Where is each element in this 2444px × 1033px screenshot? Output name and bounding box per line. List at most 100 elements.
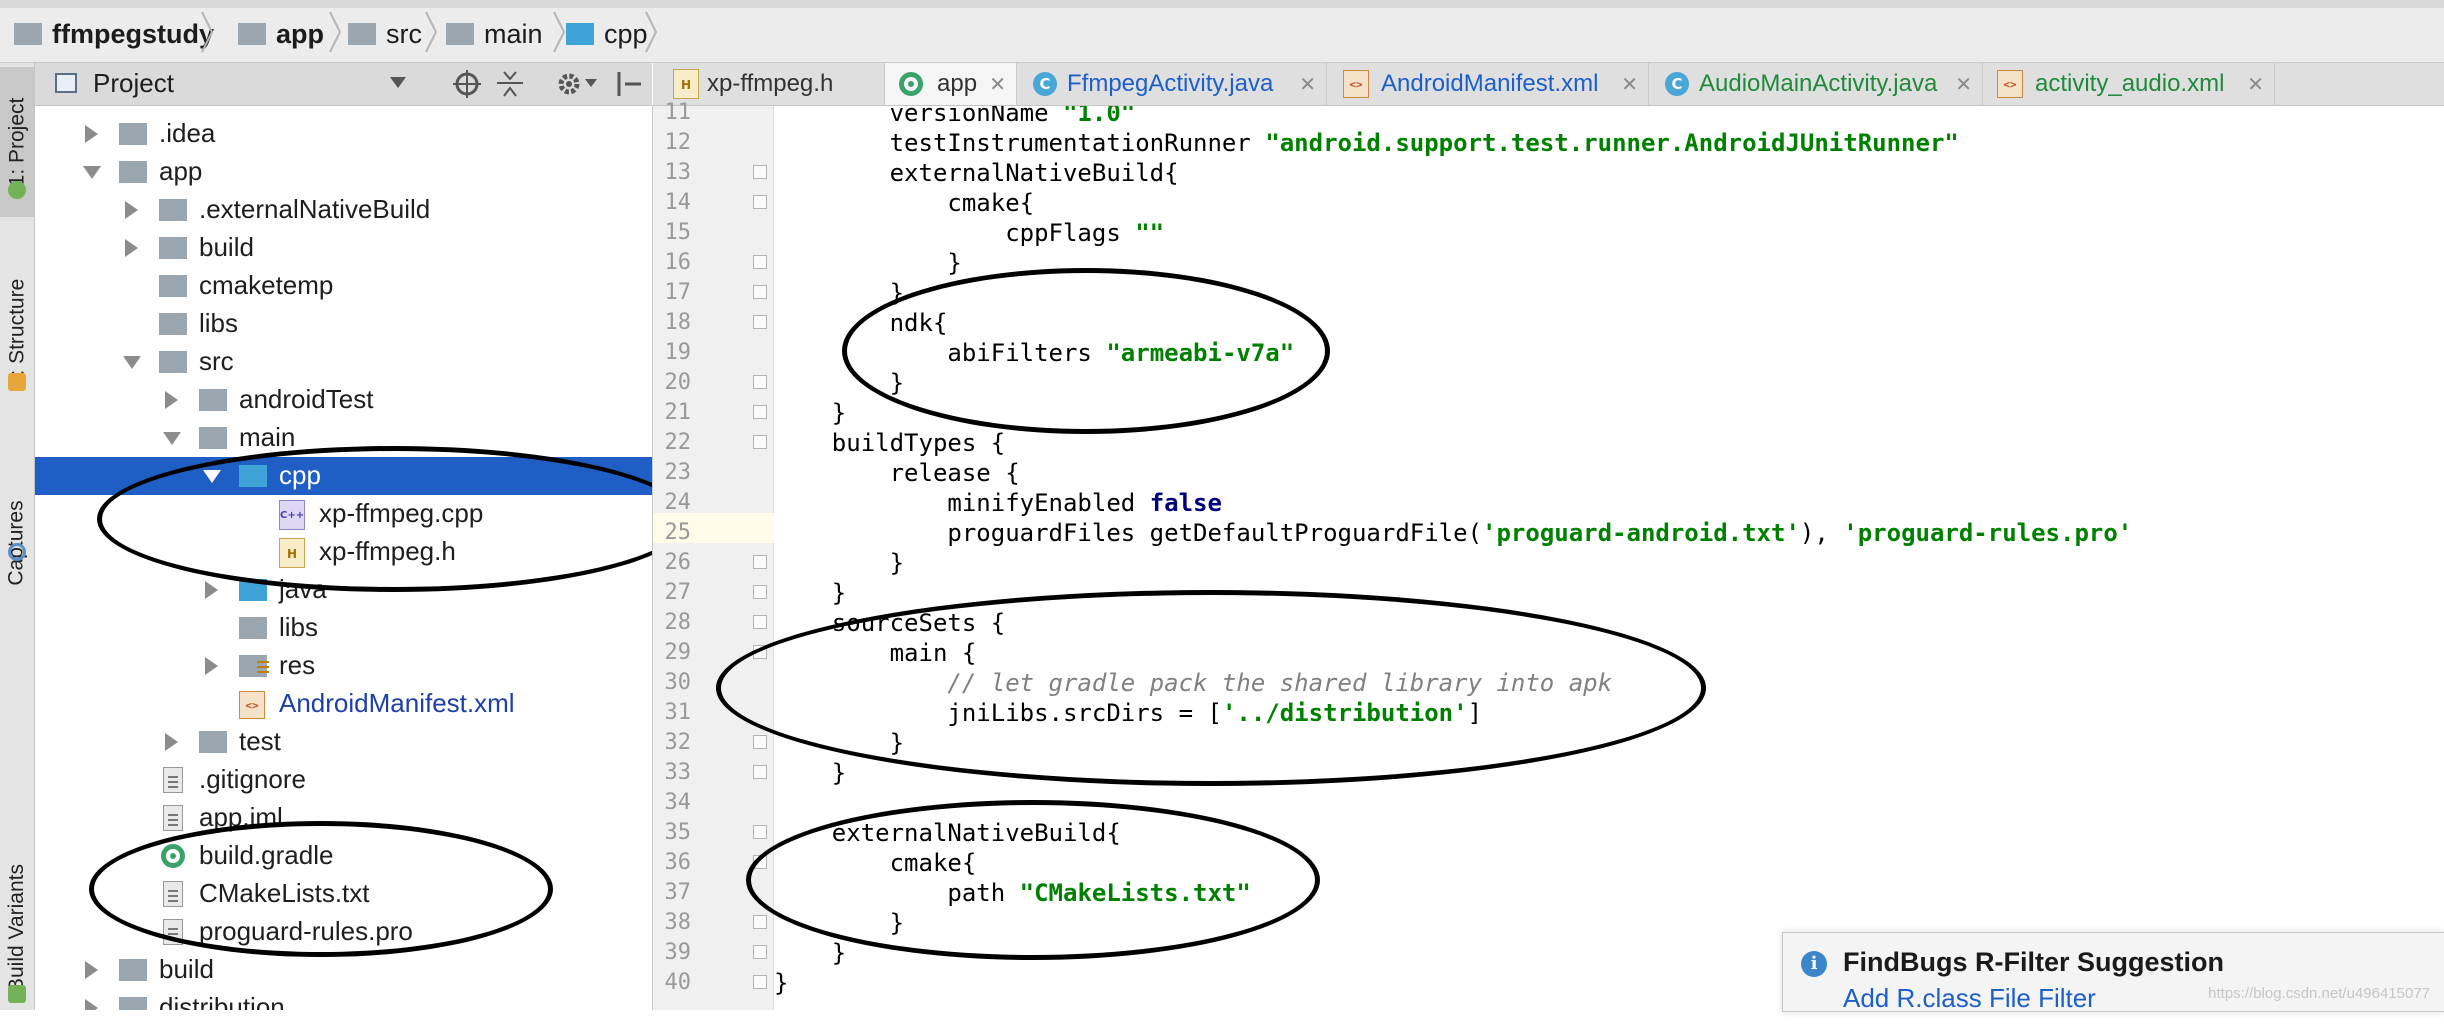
code-line-28: sourceSets { (774, 609, 1006, 637)
expand-arrow-icon[interactable] (125, 239, 138, 257)
collapse-arrow-icon[interactable] (203, 470, 221, 483)
tree-item-cpp[interactable]: cpp (35, 457, 652, 495)
fold-marker-icon[interactable] (753, 375, 767, 391)
tree-item-app[interactable]: app (35, 153, 652, 191)
line-number: 19 (664, 340, 692, 365)
line-number: 38 (664, 910, 692, 935)
fold-marker-icon[interactable] (753, 825, 767, 841)
tree-item-build-gradle[interactable]: build.gradle (35, 837, 652, 875)
tab-app[interactable]: app ✕ (885, 63, 1017, 105)
fold-marker-icon[interactable] (753, 555, 767, 571)
tree-item-test[interactable]: test (35, 723, 652, 761)
code-line-12: testInstrumentationRunner "android.suppo… (774, 128, 1959, 158)
collapse-all-icon[interactable] (497, 70, 523, 98)
expand-arrow-icon[interactable] (165, 733, 178, 751)
fold-marker-icon[interactable] (753, 735, 767, 751)
chevron-down-icon[interactable] (390, 77, 406, 89)
expand-arrow-icon[interactable] (165, 391, 178, 409)
expand-arrow-icon[interactable] (85, 999, 98, 1010)
tree-item-build[interactable]: build (35, 951, 652, 989)
tree-item-libs[interactable]: libs (35, 609, 652, 647)
add-filter-link[interactable]: Add R.class File Filter (1843, 983, 2096, 1014)
tree-item-res[interactable]: res (35, 647, 652, 685)
tree-item-externalnativebuild[interactable]: .externalNativeBuild (35, 191, 652, 229)
tree-item-label: .externalNativeBuild (199, 194, 431, 224)
fold-marker-icon[interactable] (753, 285, 767, 301)
tab-activity-audio[interactable]: <> activity_audio.xml ✕ (1983, 63, 2275, 105)
fold-marker-icon[interactable] (753, 435, 767, 451)
tree-item-label: .gitignore (199, 764, 306, 794)
tree-item-label: xp-ffmpeg.cpp (319, 498, 484, 528)
fold-marker-icon[interactable] (753, 915, 767, 931)
breadcrumb-item-ffmpegstudy[interactable]: ffmpegstudy (14, 14, 214, 54)
tree-item-gitignore[interactable]: .gitignore (35, 761, 652, 799)
code-editor[interactable]: versionName "1.0" testInstrumentationRun… (774, 106, 2444, 1010)
fold-marker-icon[interactable] (753, 765, 767, 781)
tree-item-xp-ffmpeg-h[interactable]: H xp-ffmpeg.h (35, 533, 652, 571)
code-line-29: main { (774, 639, 977, 667)
tab-label: activity_audio.xml (2035, 70, 2225, 97)
tool-tab-structure[interactable]: 7: Structure (0, 233, 34, 433)
fold-marker-icon[interactable] (753, 315, 767, 331)
line-number: 31 (664, 700, 692, 725)
breadcrumb-item-cpp[interactable]: cpp (566, 14, 648, 54)
expand-arrow-icon[interactable] (125, 201, 138, 219)
tree-item-distribution[interactable]: distribution (35, 989, 652, 1010)
expand-arrow-icon[interactable] (85, 961, 98, 979)
tree-item-libs[interactable]: libs (35, 305, 652, 343)
fold-marker-icon[interactable] (753, 255, 767, 271)
code-line-22: buildTypes { (774, 429, 1006, 457)
fold-marker-icon[interactable] (753, 975, 767, 991)
close-icon[interactable]: ✕ (1621, 72, 1638, 96)
close-icon[interactable]: ✕ (1955, 72, 1972, 96)
breadcrumb-item-src[interactable]: src (348, 14, 422, 54)
scroll-from-source-icon[interactable] (453, 70, 481, 98)
fold-marker-icon[interactable] (753, 195, 767, 211)
breadcrumb-item-main[interactable]: main (446, 14, 543, 54)
tree-item-label: build.gradle (199, 840, 334, 870)
tab-ffmpegactivity[interactable]: C FfmpegActivity.java ✕ (1017, 63, 1327, 105)
expand-arrow-icon[interactable] (85, 125, 98, 143)
code-string: "android.support.test.runner.AndroidJUni… (1265, 129, 1959, 157)
tree-item-label: distribution (159, 992, 285, 1010)
tree-item-build[interactable]: build (35, 229, 652, 267)
info-icon: i (1801, 951, 1827, 977)
collapse-arrow-icon[interactable] (83, 166, 101, 179)
xml-file-icon: <> (239, 691, 265, 719)
fold-marker-icon[interactable] (753, 855, 767, 871)
hide-panel-icon[interactable] (615, 70, 643, 98)
close-icon[interactable]: ✕ (1299, 72, 1316, 96)
tree-item-cmakelists[interactable]: CMakeLists.txt (35, 875, 652, 913)
close-icon[interactable]: ✕ (2247, 72, 2264, 96)
tree-item-main[interactable]: main (35, 419, 652, 457)
tree-item-label: cmaketemp (199, 270, 334, 300)
code-line-16: } (774, 249, 962, 277)
tab-androidmanifest[interactable]: <> AndroidManifest.xml ✕ (1327, 63, 1649, 105)
expand-arrow-icon[interactable] (205, 657, 218, 675)
tree-item-idea[interactable]: .idea (35, 115, 652, 153)
tree-item-androidmanifest[interactable]: <> AndroidManifest.xml (35, 685, 652, 723)
tree-item-androidtest[interactable]: androidTest (35, 381, 652, 419)
fold-marker-icon[interactable] (753, 405, 767, 421)
expand-arrow-icon[interactable] (205, 581, 218, 599)
fold-marker-icon[interactable] (753, 945, 767, 961)
chevron-down-icon[interactable] (585, 79, 597, 89)
fold-marker-icon[interactable] (753, 615, 767, 631)
tree-item-src[interactable]: src (35, 343, 652, 381)
collapse-arrow-icon[interactable] (123, 356, 141, 369)
tree-item-app-iml[interactable]: app.iml (35, 799, 652, 837)
close-icon[interactable]: ✕ (989, 72, 1006, 96)
fold-marker-icon[interactable] (753, 585, 767, 601)
tree-item-cmaketemp[interactable]: cmaketemp (35, 267, 652, 305)
gear-icon[interactable] (555, 70, 583, 98)
collapse-arrow-icon[interactable] (163, 432, 181, 445)
fold-marker-icon[interactable] (753, 165, 767, 181)
breadcrumb-item-app[interactable]: app (238, 14, 324, 54)
tree-item-proguard-rules[interactable]: proguard-rules.pro (35, 913, 652, 951)
tree-item-java[interactable]: java (35, 571, 652, 609)
project-view-selector[interactable]: Project (93, 68, 174, 99)
tab-audiomainactivity[interactable]: C AudioMainActivity.java ✕ (1649, 63, 1983, 105)
tree-item-xp-ffmpeg-cpp[interactable]: C++ xp-ffmpeg.cpp (35, 495, 652, 533)
fold-marker-icon[interactable] (753, 645, 767, 661)
